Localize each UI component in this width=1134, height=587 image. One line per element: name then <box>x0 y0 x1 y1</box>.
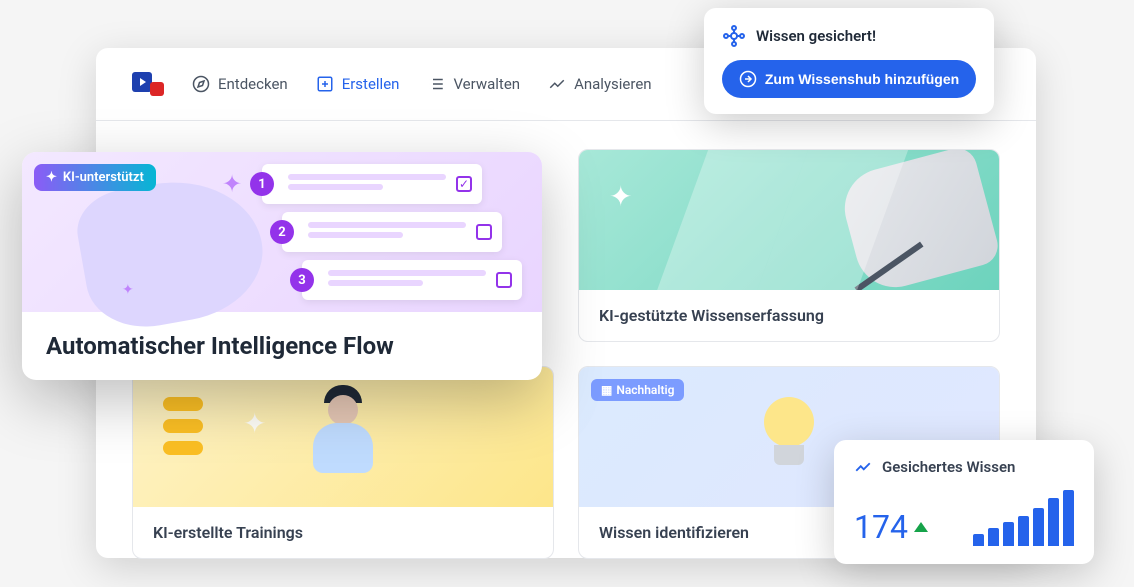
step-number: 1 <box>250 172 274 196</box>
nav-create[interactable]: Erstellen <box>316 75 400 93</box>
trend-up-icon <box>914 522 928 532</box>
bar-chart <box>973 490 1074 546</box>
trending-icon <box>548 75 566 93</box>
stats-header: Gesichertes Wissen <box>854 458 1074 476</box>
add-to-hub-button[interactable]: Zum Wissenshub hinzufügen <box>722 60 976 98</box>
sparkle-icon: ✦ <box>243 407 266 440</box>
trending-icon <box>854 458 872 476</box>
stats-card: Gesichertes Wissen 174 <box>834 440 1094 564</box>
badge-label: Nachhaltig <box>616 383 674 397</box>
step-card: 2 <box>282 212 502 252</box>
button-label: Zum Wissenshub hinzufügen <box>765 71 959 87</box>
card-illustration: ✦ <box>133 367 553 507</box>
badge-label: KI-unterstützt <box>63 170 144 185</box>
step-cards: 1 2 3 <box>262 164 522 308</box>
checkbox-icon <box>476 224 492 240</box>
feature-illustration: ✦ KI-unterstützt ✦ ✦ 1 2 3 <box>22 152 542 312</box>
nav-label: Entdecken <box>218 75 288 93</box>
stats-body: 174 <box>854 490 1074 546</box>
lightbulb-icon <box>759 397 819 477</box>
chart-bar <box>973 534 984 546</box>
robot-hand-icon <box>836 150 999 290</box>
chart-bar <box>1003 522 1014 546</box>
nav-label: Erstellen <box>342 75 400 93</box>
nav-label: Analysieren <box>574 75 652 93</box>
sparkle-icon: ✦ <box>609 180 632 213</box>
chart-bar <box>988 528 999 546</box>
book-icon: ▦ <box>601 383 612 397</box>
nav-manage[interactable]: Verwalten <box>427 75 520 93</box>
chart-bar <box>1063 490 1074 546</box>
card-title: KI-erstellte Trainings <box>133 507 553 558</box>
stats-value: 174 <box>854 508 928 546</box>
person-icon <box>313 385 373 473</box>
chart-bar <box>1048 498 1059 546</box>
sustainable-badge: ▦ Nachhaltig <box>591 379 684 401</box>
nav-label: Verwalten <box>453 75 520 93</box>
notification-popup: Wissen gesichert! Zum Wissenshub hinzufü… <box>704 8 994 114</box>
card-trainings[interactable]: ✦ KI-erstellte Trainings <box>132 366 554 559</box>
notification-title: Wissen gesichert! <box>756 27 876 45</box>
step-number: 2 <box>270 220 294 244</box>
nav-analyze[interactable]: Analysieren <box>548 75 652 93</box>
sparkle-icon: ✦ <box>122 282 134 298</box>
notification-header: Wissen gesichert! <box>722 24 976 48</box>
list-icon <box>427 75 445 93</box>
compass-icon <box>192 75 210 93</box>
checkbox-icon <box>496 272 512 288</box>
card-knowledge-capture[interactable]: ✦ KI-gestützte Wissenserfassung <box>578 149 1000 342</box>
blocks-icon <box>163 397 203 463</box>
feature-card-auto-flow[interactable]: ✦ KI-unterstützt ✦ ✦ 1 2 3 Automatischer… <box>22 152 542 380</box>
card-title: KI-gestützte Wissenserfassung <box>579 290 999 341</box>
card-illustration: ✦ <box>579 150 999 290</box>
checkbox-icon <box>456 176 472 192</box>
chart-bar <box>1033 508 1044 546</box>
sparkle-icon: ✦ <box>222 170 242 198</box>
step-number: 3 <box>290 268 314 292</box>
step-card: 1 <box>262 164 482 204</box>
nav-discover[interactable]: Entdecken <box>192 75 288 93</box>
step-card: 3 <box>302 260 522 300</box>
sparkle-icon: ✦ <box>46 170 57 185</box>
stats-title: Gesichertes Wissen <box>882 458 1015 476</box>
arrow-right-circle-icon <box>739 70 757 88</box>
feature-title: Automatischer Intelligence Flow <box>22 312 542 380</box>
network-icon <box>722 24 746 48</box>
plus-square-icon <box>316 75 334 93</box>
stats-number: 174 <box>854 508 908 546</box>
chart-bar <box>1018 516 1029 546</box>
ai-badge: ✦ KI-unterstützt <box>34 164 156 191</box>
logo[interactable] <box>132 72 164 96</box>
